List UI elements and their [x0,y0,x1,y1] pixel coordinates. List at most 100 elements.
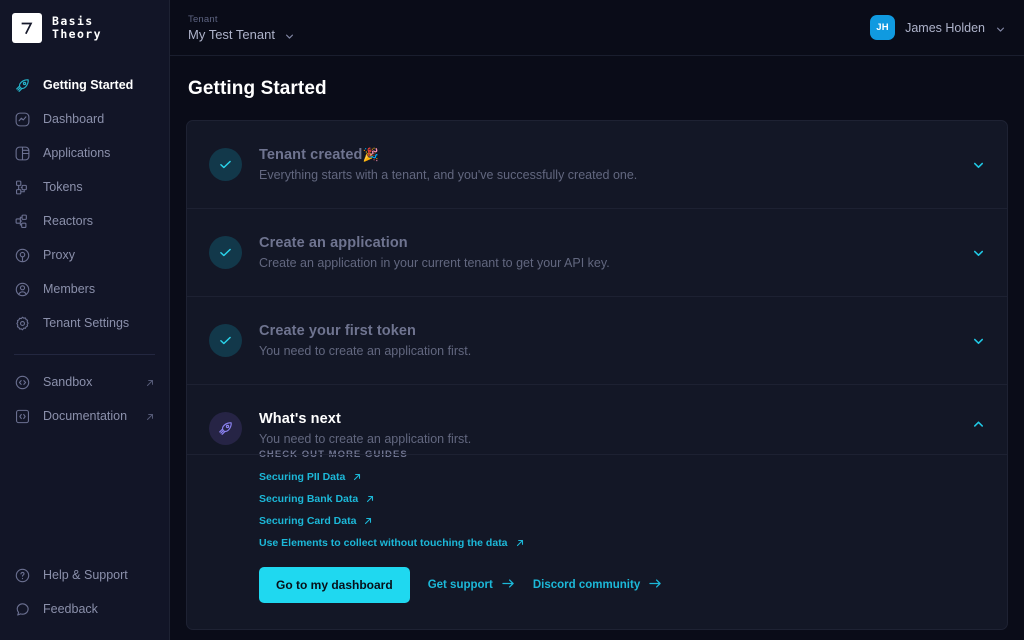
sidebar-item-label: Sandbox [43,375,93,389]
user-circle-icon [14,281,31,298]
step-create-first-token[interactable]: Create your first token You need to crea… [187,297,1007,385]
getting-started-card: Tenant created🎉 Everything starts with a… [186,120,1008,630]
step-title: What's next [259,411,341,427]
sidebar-item-dashboard[interactable]: Dashboard [0,102,169,136]
sidebar-item-feedback[interactable]: Feedback [0,592,169,626]
guides-panel: CHECK OUT MORE GUIDES Securing PII Data … [187,449,1007,629]
guide-link-label: Securing Card Data [259,515,357,527]
rocket-icon [209,412,242,445]
step-body: Create an application Create an applicat… [259,235,985,270]
chevron-down-icon[interactable] [972,246,985,259]
step-body: What's next You need to create an applic… [259,411,985,446]
step-title: Create an application [259,235,408,251]
step-description: Create an application in your current te… [259,256,610,270]
topbar: Tenant My Test Tenant JH James Holden [170,0,1024,56]
sidebar-item-label: Tenant Settings [43,316,130,330]
chart-square-icon [14,111,31,128]
sidebar-item-members[interactable]: Members [0,272,169,306]
guide-link-label: Securing Bank Data [259,493,359,505]
chevron-down-icon[interactable] [972,158,985,171]
guide-link-securing-bank-data[interactable]: Securing Bank Data [259,493,375,505]
party-popper-emoji: 🎉 [362,147,379,162]
discord-community-button[interactable]: Discord community [533,578,662,592]
sidebar-item-label: Tokens [43,180,83,194]
sidebar-item-label: Dashboard [43,112,105,126]
sidebar-item-sandbox[interactable]: Sandbox [0,365,169,399]
arrow-right-icon [649,578,662,592]
sidebar-item-label: Reactors [43,214,94,228]
book-code-icon [14,408,31,425]
guide-link-label: Use Elements to collect without touching… [259,537,508,549]
guide-link-securing-pii-data[interactable]: Securing PII Data [259,471,362,483]
sidebar-item-label: Applications [43,146,111,160]
tokens-icon [14,179,31,196]
sidebar-divider [14,354,155,355]
sidebar-item-applications[interactable]: Applications [0,136,169,170]
sidebar-item-label: Documentation [43,409,128,423]
external-link-icon [365,494,375,504]
sidebar-item-tokens[interactable]: Tokens [0,170,169,204]
app-root: Basis Theory Getting Started Dashboard A… [0,0,1024,640]
page-title: Getting Started [188,78,327,99]
guide-link-securing-card-data[interactable]: Securing Card Data [259,515,373,527]
step-whats-next[interactable]: What's next You need to create an applic… [187,385,1007,455]
sidebar-bottom-nav: Help & Support Feedback [0,558,169,640]
step-title: Tenant created🎉 [259,147,985,163]
tenant-selector[interactable]: Tenant My Test Tenant [188,14,295,42]
brand-name: Basis Theory [52,14,102,41]
gear-icon [14,315,31,332]
user-menu[interactable]: JH James Holden [870,15,1006,40]
sidebar-item-label: Members [43,282,96,296]
sidebar-nav: Getting Started Dashboard Applications T… [0,68,169,433]
sidebar-item-label: Proxy [43,248,75,262]
step-title: Create your first token [259,323,417,339]
question-circle-icon [14,567,31,584]
reactors-icon [14,213,31,230]
content: Getting Started Tenant created🎉 Everythi… [170,56,1024,640]
arrow-right-icon [502,578,515,592]
user-name: James Holden [905,20,985,35]
chevron-down-icon [995,22,1006,33]
chevron-down-icon[interactable] [972,334,985,347]
external-link-icon [145,411,155,421]
sidebar-item-label: Getting Started [43,78,134,92]
chevron-up-icon[interactable] [972,418,985,431]
sidebar-item-reactors[interactable]: Reactors [0,204,169,238]
discord-community-label: Discord community [532,579,641,591]
code-circle-icon [14,374,31,391]
avatar: JH [870,15,896,40]
sidebar-item-documentation[interactable]: Documentation [0,399,169,433]
guide-link-use-elements[interactable]: Use Elements to collect without touching… [259,537,525,549]
check-icon [209,324,242,357]
main-area: Tenant My Test Tenant JH James Holden Ge… [170,0,1024,640]
actions-row: Go to my dashboard Get support Discord c… [259,567,1007,629]
sidebar-item-label: Help & Support [43,568,128,582]
step-create-application[interactable]: Create an application Create an applicat… [187,209,1007,297]
sidebar-item-help-support[interactable]: Help & Support [0,558,169,592]
chat-bubble-icon [14,601,31,618]
guide-link-label: Securing PII Data [259,471,346,483]
sidebar-item-proxy[interactable]: Proxy [0,238,169,272]
external-link-icon [363,516,373,526]
step-description: Everything starts with a tenant, and you… [259,168,638,182]
step-body: Tenant created🎉 Everything starts with a… [259,147,985,182]
tenant-row: My Test Tenant [188,27,295,42]
external-link-icon [515,538,525,548]
get-support-button[interactable]: Get support [428,578,515,592]
sidebar-item-getting-started[interactable]: Getting Started [0,68,169,102]
go-to-dashboard-button[interactable]: Go to my dashboard [259,567,410,603]
proxy-icon [14,247,31,264]
brand[interactable]: Basis Theory [0,0,169,56]
sidebar-item-label: Feedback [43,602,98,616]
step-tenant-created[interactable]: Tenant created🎉 Everything starts with a… [187,121,1007,209]
applications-icon [14,145,31,162]
step-description: You need to create an application first. [259,432,472,446]
step-body: Create your first token You need to crea… [259,323,985,358]
check-icon [209,148,242,181]
external-link-icon [145,377,155,387]
step-title-text: Tenant created [259,147,363,163]
sidebar-item-tenant-settings[interactable]: Tenant Settings [0,306,169,340]
external-link-icon [352,472,362,482]
basis-theory-logo-icon [12,13,42,43]
tenant-label: Tenant [188,13,218,25]
